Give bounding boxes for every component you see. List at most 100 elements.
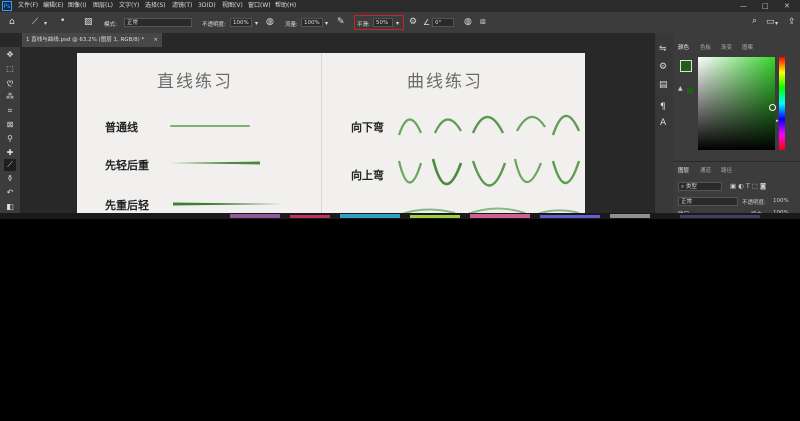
document-tab-close-icon[interactable]: ×	[153, 33, 158, 47]
eyedropper-tool-icon[interactable]: ⚲	[4, 133, 16, 145]
workspace-icon[interactable]: ▭	[766, 18, 775, 27]
gear-icon[interactable]: ⚙	[409, 18, 417, 27]
airbrush-icon[interactable]: ✎	[337, 18, 345, 27]
menu-view[interactable]: 视图(V)	[222, 0, 243, 12]
mode-label: 模式:	[104, 22, 117, 28]
right-panels: 颜色 色板 渐变 图案 ▲ ▸ 图层 通道 路径 ⌕ 类型 ▣◐T⬚◙ 正常 不…	[673, 33, 800, 218]
menu-window[interactable]: 窗口(W)	[248, 0, 271, 12]
minimize-button[interactable]: —	[740, 0, 747, 12]
move-tool-icon[interactable]: ✥	[4, 49, 16, 61]
mode-select[interactable]: 正常	[124, 18, 192, 27]
layer-filter-select[interactable]: ⌕ 类型	[678, 182, 722, 191]
flow-chevron-icon[interactable]: ▾	[325, 19, 328, 28]
color-picker-ring[interactable]	[769, 104, 776, 111]
marquee-tool-icon[interactable]: ⬚	[4, 63, 16, 75]
opacity-chevron-icon[interactable]: ▾	[255, 19, 258, 28]
maximize-button[interactable]: □	[762, 0, 769, 12]
smoothing-value: 50%	[376, 20, 389, 26]
right-heading: 曲线练习	[407, 72, 483, 92]
close-button[interactable]: ✕	[784, 0, 790, 12]
menu-select[interactable]: 选择(S)	[145, 0, 166, 12]
healing-brush-tool-icon[interactable]: ✚	[4, 147, 16, 159]
lasso-tool-icon[interactable]: ღ	[4, 77, 16, 89]
hue-slider[interactable]	[779, 57, 785, 150]
clone-stamp-tool-icon[interactable]: ⚱	[4, 173, 16, 185]
menu-image[interactable]: 图像(I)	[68, 0, 86, 12]
character-icon[interactable]: A	[660, 119, 666, 128]
row-label-bend-up: 向上弯	[351, 169, 384, 182]
foreground-color-swatch[interactable]	[680, 60, 692, 72]
row-label-normal-line: 普通线	[105, 121, 138, 134]
color-field[interactable]	[698, 57, 776, 150]
paragraph-icon[interactable]: ¶	[660, 103, 666, 112]
web-safe-swatch[interactable]	[687, 88, 693, 94]
brush-tool-icon[interactable]: ⟋	[32, 18, 38, 27]
opacity-input[interactable]: 100%	[230, 18, 252, 27]
brush-tool-icon-active[interactable]: ⟋	[4, 159, 16, 171]
curves-bend-down	[397, 114, 581, 136]
panel-icon-strip: ⇋ ⚙ ▤ ¶ A	[655, 33, 673, 217]
render-glitch-strip	[0, 213, 800, 219]
blend-mode-select[interactable]: 正常	[678, 197, 738, 206]
search-icon[interactable]: ⌕	[752, 17, 757, 26]
workspace-chevron-icon[interactable]: ▾	[775, 19, 778, 28]
flow-value: 100%	[304, 20, 320, 26]
flow-label: 流量:	[285, 22, 298, 28]
tab-gradients[interactable]: 渐变	[721, 43, 732, 51]
smoothing-chevron-icon[interactable]: ▾	[396, 19, 399, 28]
layer-filter-icons[interactable]: ▣◐T⬚◙	[730, 182, 768, 190]
layer-opacity-value[interactable]: 100%	[773, 198, 789, 204]
tab-color[interactable]: 颜色	[678, 43, 689, 51]
tab-swatches[interactable]: 色板	[700, 43, 711, 51]
workspace: 直线练习 曲线练习 普通线 先轻后重 先重后轻 向下弯 向上弯	[20, 47, 655, 217]
brush-preset-icon[interactable]: •	[60, 17, 65, 26]
left-heading: 直线练习	[157, 72, 233, 92]
adjustments-icon[interactable]: ⇋	[659, 45, 667, 54]
pressure-opacity-icon[interactable]: ◍	[266, 18, 274, 27]
magic-wand-tool-icon[interactable]: ⁂	[4, 91, 16, 103]
stroke-light-to-heavy	[170, 161, 260, 165]
document-tab-title: 1 直线与曲线.psd @ 63.2% (图层 1, RGB/8) *	[26, 37, 145, 43]
flow-input[interactable]: 100%	[301, 18, 323, 27]
libraries-icon[interactable]: ▤	[659, 81, 668, 90]
tab-paths[interactable]: 路径	[721, 166, 732, 174]
row-label-bend-down: 向下弯	[351, 121, 384, 134]
menu-layer[interactable]: 图层(L)	[93, 0, 113, 12]
layer-filter-value: 类型	[685, 184, 697, 190]
crop-tool-icon[interactable]: ⌗	[4, 105, 16, 117]
home-icon[interactable]: ⌂	[9, 18, 15, 27]
eraser-tool-icon[interactable]: ◧	[4, 201, 16, 213]
share-icon[interactable]: ⇪	[788, 18, 796, 27]
mode-value: 正常	[127, 20, 139, 26]
menu-bar: Ps 文件(F) 编辑(E) 图像(I) 图层(L) 文字(Y) 选择(S) 滤…	[0, 0, 800, 12]
pressure-size-icon[interactable]: ◍	[464, 18, 472, 27]
canvas[interactable]: 直线练习 曲线练习 普通线 先轻后重 先重后轻 向下弯 向上弯	[77, 53, 585, 217]
panel-divider	[673, 161, 800, 162]
angle-icon: ∠	[423, 18, 431, 27]
gamut-warning-icon: ▲	[678, 85, 683, 92]
smoothing-label: 平滑:	[357, 22, 370, 28]
document-tab-bar: 1 直线与曲线.psd @ 63.2% (图层 1, RGB/8) * ×	[0, 33, 655, 47]
angle-input[interactable]: 0°	[432, 18, 454, 27]
menu-edit[interactable]: 编辑(E)	[43, 0, 63, 12]
layer-opacity-label: 不透明度:	[742, 200, 766, 206]
menu-help[interactable]: 帮助(H)	[275, 0, 296, 12]
frame-tool-icon[interactable]: ⊠	[4, 119, 16, 131]
tab-layers[interactable]: 图层	[678, 166, 689, 174]
symmetry-icon[interactable]: ⧈	[480, 18, 486, 27]
brush-settings-icon[interactable]: ▨	[84, 18, 93, 27]
tab-patterns[interactable]: 图案	[742, 43, 753, 51]
menu-3d[interactable]: 3D(D)	[198, 0, 216, 12]
document-tab[interactable]: 1 直线与曲线.psd @ 63.2% (图层 1, RGB/8) * ×	[22, 33, 162, 47]
smoothing-input[interactable]: 50%	[373, 18, 393, 27]
menu-filter[interactable]: 滤镜(T)	[172, 0, 192, 12]
row-label-light-to-heavy: 先轻后重	[105, 159, 149, 172]
menu-file[interactable]: 文件(F)	[18, 0, 38, 12]
history-brush-tool-icon[interactable]: ↶	[4, 187, 16, 199]
chevron-down-icon[interactable]: ▾	[44, 19, 47, 28]
menu-type[interactable]: 文字(Y)	[119, 0, 139, 12]
tab-channels[interactable]: 通道	[700, 166, 711, 174]
hue-slider-handle-icon[interactable]: ▸	[776, 118, 779, 124]
properties-icon[interactable]: ⚙	[659, 63, 667, 72]
photoshop-logo: Ps	[2, 1, 12, 11]
